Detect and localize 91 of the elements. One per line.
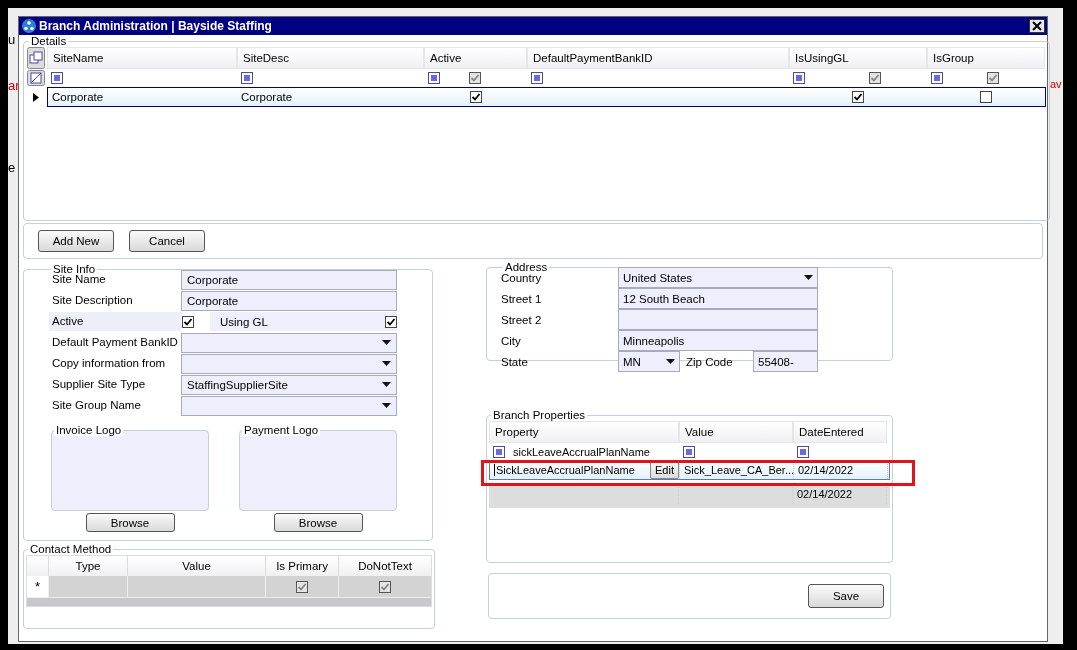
checkbox[interactable] (469, 91, 482, 103)
panel-legend: Details (29, 35, 69, 47)
caret-icon (804, 275, 813, 280)
column-header[interactable]: SiteName (47, 47, 237, 69)
field-label: Street 1 (501, 292, 543, 305)
filter-icon[interactable] (493, 445, 505, 458)
dropdown-field[interactable]: MN (618, 351, 680, 372)
filter-icon[interactable] (51, 71, 63, 84)
text-field[interactable]: 12 South Beach (618, 288, 818, 309)
table-cell: 02/14/2022 (798, 464, 854, 476)
background-text: u (8, 32, 16, 47)
table-cell: Corporate (52, 91, 104, 103)
text-field[interactable]: Corporate (181, 290, 397, 311)
close-icon[interactable] (1029, 19, 1045, 33)
filter-icon[interactable] (797, 445, 809, 458)
column-header[interactable]: DateEntered (793, 421, 887, 443)
table-cell: Corporate (241, 91, 293, 103)
column-header[interactable]: IsUsingGL (789, 47, 927, 69)
filter-text: sickLeaveAccrualPlanName (513, 444, 650, 459)
table-cell: 02/14/2022 (797, 488, 853, 500)
checkbox[interactable] (296, 580, 308, 593)
dropdown-field[interactable]: StaffingSupplierSite (181, 374, 397, 395)
field-label: Using GL (219, 315, 269, 328)
table-cell: Sick_Leave_CA_Ber... (684, 464, 795, 476)
checkbox[interactable] (852, 91, 864, 103)
text-field[interactable]: Corporate (181, 269, 397, 290)
field-label: Street 2 (501, 313, 543, 326)
filter-icon[interactable] (241, 71, 253, 84)
field-label: City (501, 334, 522, 347)
field-label: Site Name (51, 273, 107, 287)
field-label: Supplier Site Type (51, 377, 147, 392)
caret-icon (382, 403, 391, 408)
field-label: State (501, 355, 529, 368)
filter-icon[interactable] (931, 71, 943, 84)
browse-button[interactable]: Browse (273, 513, 363, 532)
checkbox[interactable] (980, 91, 992, 103)
dropdown-field[interactable] (181, 395, 397, 416)
panel-legend: Address (503, 261, 550, 273)
field-label: Site Description (51, 293, 134, 308)
save-button[interactable]: Save (808, 584, 884, 608)
panel-legend: Site Info (51, 263, 98, 275)
dropdown-field[interactable]: United States (618, 267, 818, 288)
table-cell: SickLeaveAccrualPlanName (494, 464, 635, 476)
caret-icon (382, 382, 391, 387)
text-field[interactable]: Minneapolis (618, 330, 818, 351)
checkbox[interactable] (869, 71, 881, 84)
window-title: Branch Administration | Bayside Staffing (39, 19, 273, 33)
table-row[interactable]: 02/14/2022 (489, 484, 890, 504)
filter-icon[interactable] (793, 71, 805, 84)
clear-filter-icon[interactable] (27, 70, 45, 86)
filter-icon[interactable] (531, 71, 543, 84)
panel-legend: Contact Method (28, 543, 114, 555)
app-icon (22, 19, 36, 33)
column-header[interactable]: IsGroup (927, 47, 1045, 69)
text-field[interactable]: 55408- (753, 351, 818, 372)
column-chooser-icon[interactable] (27, 47, 45, 69)
caret-icon (382, 361, 391, 366)
field-label: Country (501, 271, 543, 284)
field-label: Site Group Name (51, 398, 142, 413)
caret-icon (666, 359, 675, 364)
column-header[interactable]: SiteDesc (237, 47, 424, 69)
background-text: e (8, 160, 16, 175)
browse-button[interactable]: Browse (85, 513, 175, 532)
panel-legend: Branch Properties (491, 409, 588, 421)
field-label: Default Payment BankID (51, 335, 179, 350)
column-header[interactable]: Active (424, 47, 527, 69)
dropdown-field[interactable] (181, 353, 397, 374)
checkbox[interactable] (379, 580, 391, 593)
checkbox[interactable] (469, 71, 481, 84)
column-header[interactable]: Property (489, 421, 679, 443)
filter-icon[interactable] (428, 71, 440, 84)
column-header[interactable]: DefaultPaymentBankID (527, 47, 789, 69)
new-row-marker: * (27, 576, 48, 597)
background-text: ar (8, 78, 20, 93)
action-button[interactable]: Cancel (129, 230, 205, 252)
checkbox[interactable] (987, 71, 999, 84)
current-row-icon (33, 92, 39, 102)
column-header[interactable]: Value (679, 421, 793, 443)
field-label: Active (49, 312, 181, 331)
checkbox[interactable] (385, 315, 397, 328)
dropdown-field[interactable] (181, 332, 397, 353)
action-button[interactable]: Add New (38, 230, 114, 252)
text-field[interactable] (618, 309, 818, 330)
panel-legend: Payment Logo (242, 424, 321, 436)
filter-icon[interactable] (683, 445, 695, 458)
panel-legend: Invoice Logo (54, 424, 124, 436)
checkbox[interactable] (182, 315, 194, 328)
field-label: Copy information from (51, 356, 167, 371)
field-label: Zip Code (685, 355, 734, 368)
table-row[interactable]: Corporate Corporate (47, 87, 1046, 107)
caret-icon (382, 340, 391, 345)
